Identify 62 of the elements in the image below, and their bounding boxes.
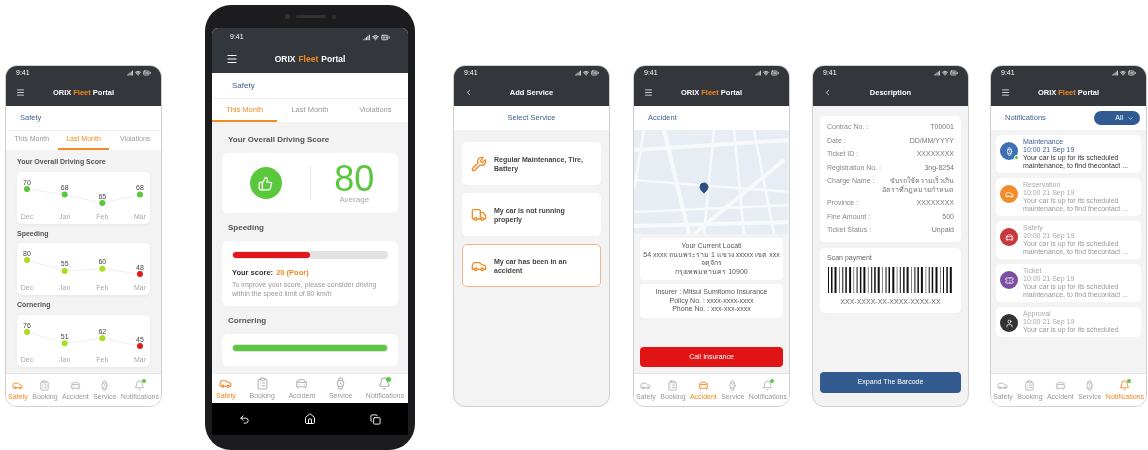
score-rating: Average xyxy=(339,194,370,204)
wifi-icon xyxy=(372,33,379,41)
car-front-icon xyxy=(1004,232,1014,242)
car-icon xyxy=(1004,189,1014,199)
battery-icon xyxy=(1128,69,1136,77)
menu-icon[interactable] xyxy=(1001,88,1010,97)
clipboard-icon xyxy=(255,377,269,390)
back-icon[interactable] xyxy=(464,88,473,97)
clipboard-icon xyxy=(667,379,679,391)
car-front-icon xyxy=(69,379,81,391)
watch-icon xyxy=(727,379,739,391)
wrench-icon xyxy=(471,155,487,172)
chevron-down-icon xyxy=(1127,114,1134,122)
section-title: Safety xyxy=(232,79,255,92)
signal-icon xyxy=(1112,70,1118,76)
card-title: Speeding xyxy=(227,222,265,234)
back-icon[interactable] xyxy=(239,413,250,425)
clipboard-icon xyxy=(39,379,51,391)
menu-icon[interactable] xyxy=(644,88,653,97)
signal-icon xyxy=(363,33,370,41)
signal-icon xyxy=(934,70,940,76)
card-title: Your Overall Driving Score xyxy=(227,134,331,146)
wifi-icon xyxy=(1120,70,1126,76)
bell-icon xyxy=(1119,379,1131,391)
battery-icon xyxy=(591,69,599,77)
data-point xyxy=(137,342,143,349)
car-icon xyxy=(219,377,233,390)
signal-icon xyxy=(575,70,581,76)
signal-icon xyxy=(755,70,761,76)
user-icon xyxy=(1004,318,1014,328)
app-title: ORIX Fleet Portal xyxy=(274,53,346,66)
battery-icon xyxy=(771,69,779,77)
car-front-icon xyxy=(295,377,309,390)
bell-icon xyxy=(134,379,146,391)
truck-icon xyxy=(471,206,487,223)
menu-icon[interactable] xyxy=(16,88,25,97)
thumbs-up-icon xyxy=(258,175,274,191)
car-front-icon xyxy=(697,379,709,391)
signal-icon xyxy=(127,70,133,76)
bell-icon xyxy=(762,379,774,391)
back-icon[interactable] xyxy=(823,88,832,97)
wifi-icon xyxy=(942,70,948,76)
menu-icon[interactable] xyxy=(226,53,238,65)
bell-icon xyxy=(378,377,392,390)
battery-icon xyxy=(381,32,390,42)
watch-icon xyxy=(99,379,111,391)
wifi-icon xyxy=(135,70,141,76)
wifi-icon xyxy=(763,70,769,76)
location-pin-icon xyxy=(698,182,710,194)
car-front-icon xyxy=(1054,379,1066,391)
battery-icon xyxy=(950,69,958,77)
score-value: 80 xyxy=(334,162,375,195)
watch-icon xyxy=(1084,379,1096,391)
recent-apps-icon[interactable] xyxy=(370,413,381,425)
card-title: Cornering xyxy=(227,315,268,328)
ticket-icon xyxy=(1004,275,1014,285)
home-icon[interactable] xyxy=(304,413,316,425)
clipboard-icon xyxy=(1024,379,1036,391)
battery-icon xyxy=(143,69,151,77)
data-point xyxy=(137,271,143,277)
watch-icon xyxy=(1004,146,1014,156)
wifi-icon xyxy=(583,70,589,76)
